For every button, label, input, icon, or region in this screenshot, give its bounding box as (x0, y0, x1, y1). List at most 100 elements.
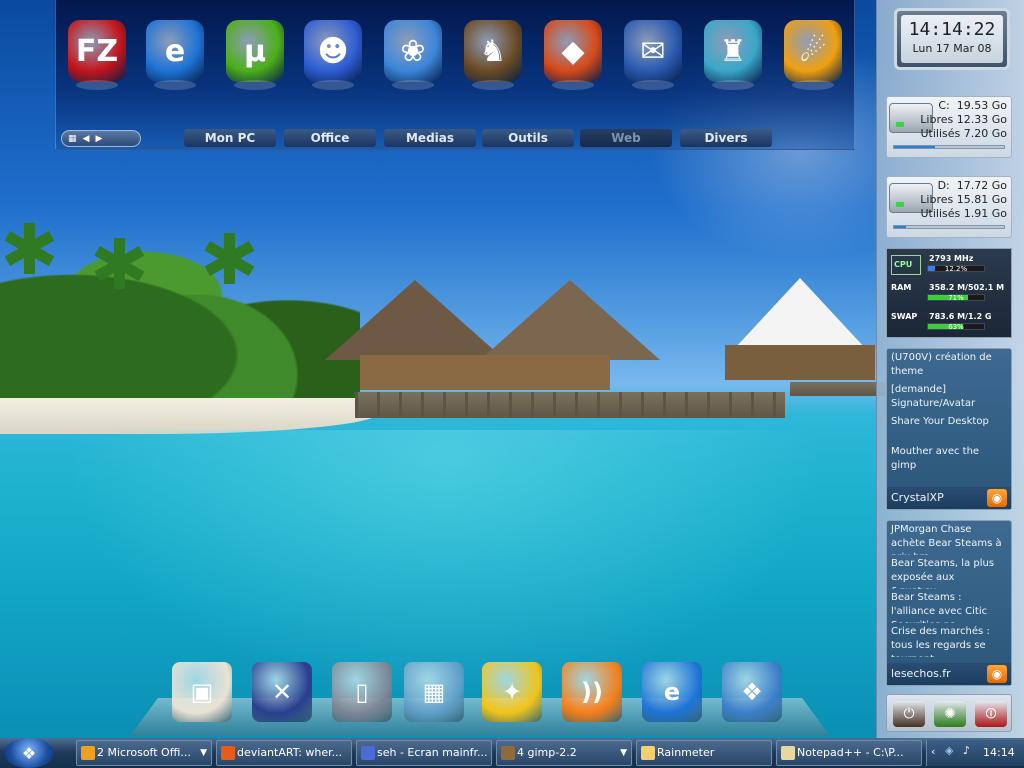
utorrent-icon[interactable]: µ (226, 20, 284, 90)
ie-dock-icon[interactable]: e (642, 662, 702, 722)
feed-item[interactable]: JPMorgan Chase achète Bear Steams à prix… (887, 521, 1011, 555)
power-button[interactable]: ⏻ (893, 701, 925, 727)
taskbar: ❖ 2 Microsoft Offi... ▼ deviantART: wher..… (0, 738, 1024, 768)
icon-reflection (712, 80, 754, 90)
drive-usage-bar (893, 225, 1005, 229)
elephant-glyph: ♜ (719, 33, 747, 69)
tools-glyph: ✕ (271, 678, 293, 706)
collapse-arrow-icon[interactable]: ‹ (931, 745, 935, 758)
hut-roof (325, 280, 505, 360)
windows-logo-icon: ❖ (21, 743, 37, 763)
rss-icon[interactable]: )) (562, 662, 622, 722)
feed-source[interactable]: CrystalXP ◉ (887, 487, 1011, 509)
icon-reflection (76, 80, 118, 90)
desktop-picture-icon[interactable]: ▦ (404, 662, 464, 722)
icon-reflection (392, 80, 434, 90)
volume-icon[interactable]: ♪ (963, 744, 970, 757)
tab-divers[interactable]: Divers (680, 129, 772, 147)
drive-usage-bar (893, 145, 1005, 149)
taskbar-button[interactable]: 4 gimp-2.2 ▼ (496, 740, 632, 766)
power-widget: ⏻ ✺ ⏼ (886, 694, 1012, 732)
desktop-picture-glyph: ▦ (422, 678, 446, 706)
drive-d-widget: D: 17.72 Go Libres 15.81 Go Utilisés 1.9… (886, 176, 1012, 238)
group-dropdown-icon[interactable]: ▼ (620, 741, 627, 765)
comet-glyph: ☄ (799, 33, 827, 69)
mask-glyph: ◆ (561, 33, 585, 69)
taskbar-button[interactable]: seh - Ecran mainfr... (356, 740, 492, 766)
app-icon (81, 746, 95, 760)
rss-icon[interactable]: ◉ (987, 489, 1007, 507)
ipod-glyph: ▯ (355, 678, 369, 706)
frog-icon[interactable]: ❀ (384, 20, 442, 90)
tab-office[interactable]: Office (284, 129, 376, 147)
thunderbird-icon[interactable]: ✉ (624, 20, 682, 90)
feed-item[interactable]: Mouther avec the gimp (887, 443, 1011, 473)
ram-label: RAM (891, 283, 912, 292)
start-button[interactable]: ❖ (4, 738, 54, 768)
settings-hex-icon[interactable]: ✦ (482, 662, 542, 722)
settings-hex-glyph: ✦ (501, 678, 523, 706)
elephant-icon[interactable]: ♜ (704, 20, 762, 90)
tray-app-icon[interactable]: ◈ (945, 744, 953, 757)
feed-source-name: lesechos.fr (891, 667, 951, 680)
rss-feed-crystalxp: (U700V) création de theme [demande] Sign… (886, 348, 1012, 510)
drive-total: C: 19.53 Go (938, 99, 1007, 112)
dog-icon[interactable]: ♞ (464, 20, 522, 90)
next-arrow-icon[interactable]: ▶ (95, 134, 102, 144)
icon-reflection (154, 80, 196, 90)
drive-used: Utilisés 1.91 Go (920, 207, 1007, 220)
shutdown-button[interactable]: ⏼ (975, 701, 1007, 727)
tab-mon-pc[interactable]: Mon PC (184, 129, 276, 147)
windows-glyph: ❖ (741, 678, 763, 706)
restart-button[interactable]: ✺ (934, 701, 966, 727)
mask-icon[interactable]: ◆ (544, 20, 602, 90)
drive-c-widget: C: 19.53 Go Libres 12.33 Go Utilisés 7.2… (886, 96, 1012, 158)
beach (0, 398, 380, 434)
comet-icon[interactable]: ☄ (784, 20, 842, 90)
cpu-usage-bar: 12.2% (927, 265, 985, 273)
feed-source-name: CrystalXP (891, 491, 944, 504)
launcher-nav-control[interactable]: ▦ ◀ ▶ (61, 130, 141, 147)
taskbar-button[interactable]: Notepad++ - C:\P... (776, 740, 922, 766)
windows-icon[interactable]: ❖ (722, 662, 782, 722)
grip-icon[interactable]: ▦ (68, 134, 77, 144)
cpu-frequency: 2793 MHz (929, 254, 974, 263)
messenger-icon[interactable]: ☻ (304, 20, 362, 90)
hut-building (360, 355, 610, 390)
taskbar-button-label: Rainmeter (657, 746, 715, 759)
group-dropdown-icon[interactable]: ▼ (200, 741, 207, 765)
internet-explorer-icon[interactable]: e (146, 20, 204, 90)
office-icon[interactable]: ▣ (172, 662, 232, 722)
system-monitor-widget: CPU 2793 MHz 12.2% RAM 358.2 M/502.1 M 7… (886, 248, 1012, 338)
tab-medias[interactable]: Medias (384, 129, 476, 147)
ie-dock-glyph: e (663, 678, 681, 706)
taskbar-button[interactable]: 2 Microsoft Offi... ▼ (76, 740, 212, 766)
feed-item[interactable]: [demande] Signature/Avatar (887, 381, 1011, 413)
swap-label: SWAP (891, 312, 918, 321)
taskbar-button[interactable]: Rainmeter (636, 740, 772, 766)
tab-outils[interactable]: Outils (482, 129, 574, 147)
feed-item[interactable]: Crise des marchés : tous les regards se … (887, 623, 1011, 657)
messenger-glyph: ☻ (317, 33, 349, 69)
prev-arrow-icon[interactable]: ◀ (83, 134, 90, 144)
drive-free: Libres 12.33 Go (920, 113, 1007, 126)
feed-item[interactable]: (U700V) création de theme (887, 349, 1011, 381)
pier (355, 392, 785, 418)
ipod-icon[interactable]: ▯ (332, 662, 392, 722)
app-icon (221, 746, 235, 760)
taskbar-button[interactable]: deviantART: wher... (216, 740, 352, 766)
icon-reflection (472, 80, 514, 90)
feed-source[interactable]: lesechos.fr ◉ (887, 663, 1011, 685)
palm-tree: ✱ (200, 219, 259, 301)
filezilla-icon[interactable]: FZ (68, 20, 126, 90)
tab-web[interactable]: Web (580, 129, 672, 147)
feed-item[interactable]: Bear Steams : l'alliance avec Citic Secu… (887, 589, 1011, 623)
feed-item[interactable]: Share Your Desktop (887, 413, 1011, 443)
feed-item[interactable]: Bear Steams, la plus exposée aux &quot;s… (887, 555, 1011, 589)
pier (790, 382, 885, 396)
utorrent-glyph: µ (243, 33, 267, 69)
tray-clock[interactable]: 14:14 (983, 746, 1015, 759)
tools-icon[interactable]: ✕ (252, 662, 312, 722)
filezilla-glyph: FZ (75, 33, 119, 69)
rss-icon[interactable]: ◉ (987, 665, 1007, 683)
